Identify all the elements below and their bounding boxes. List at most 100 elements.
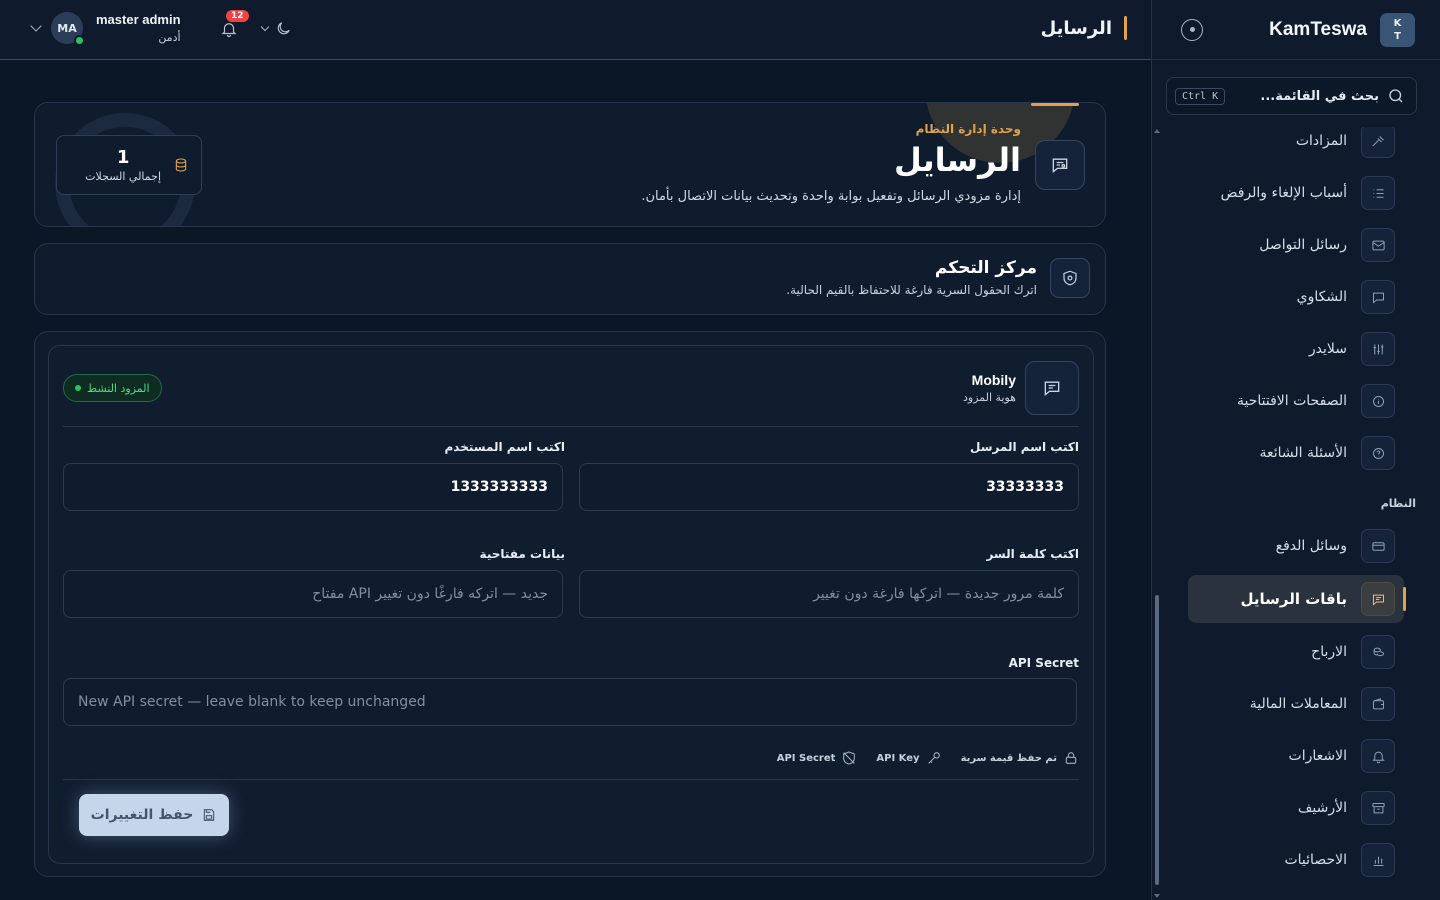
theme-toggle[interactable] [260, 20, 292, 37]
api-key-chip: API Key [876, 750, 941, 766]
secret-status-chips: تم حفظ قيمة سرية API Key API Secret [777, 750, 1079, 766]
user-meta: master admin أدمن [96, 12, 181, 44]
sidebar-item-label: الاحصائيات [1284, 852, 1347, 868]
sidebar-item-onboarding[interactable]: الصفحات الافتتاحية [1188, 377, 1404, 425]
sidebar-item-contact-messages[interactable]: رسائل التواصل [1188, 221, 1404, 269]
password-field[interactable]: كلمة مرور جديدة — اتركها فارغة دون تغيير [579, 570, 1079, 618]
sidebar-item-label: المزادات [1295, 133, 1347, 149]
sidebar-item-transactions[interactable]: المعاملات المالية [1188, 680, 1404, 728]
page-title-text: الرسايل [1040, 17, 1112, 39]
sidebar-nav: المزادات أسباب الإلغاء والرفض رسائل التو… [1152, 127, 1440, 900]
hero-accent-line [1031, 103, 1079, 106]
user-menu[interactable]: MA master admin أدمن [30, 12, 181, 46]
sidebar-header: KamTeswa K T [1152, 0, 1440, 60]
brand-name: KamTeswa [1269, 18, 1367, 40]
divider [63, 779, 1079, 780]
mail-icon [1361, 228, 1395, 262]
api-key-placeholder: جديد — اتركه فارغًا دون تغيير API مفتاح [312, 586, 548, 602]
sidebar-item-profits[interactable]: الارباح [1188, 628, 1404, 676]
sidebar-item-label: رسائل التواصل [1259, 237, 1347, 253]
database-icon [175, 158, 187, 172]
hero-eyebrow: وحدة إدارة النظام [915, 122, 1021, 136]
search-shortcut: Ctrl K [1175, 87, 1226, 105]
page-title: الرسايل [1041, 16, 1127, 40]
search-input[interactable]: بحث في القائمة... [1260, 89, 1379, 104]
sidebar-item-label: الأرشيف [1297, 800, 1347, 816]
sender-label: اكتب اسم المرسل [969, 440, 1079, 454]
username-label: اكتب اسم المستخدم [444, 440, 565, 454]
sidebar-item-auctions[interactable]: المزادات [1188, 127, 1404, 165]
saved-secret-text: تم حفظ قيمة سرية [960, 752, 1057, 764]
sidebar-item-payment-methods[interactable]: وسائل الدفع [1188, 522, 1404, 570]
stat-meta: 1 إجمالي السجلات [85, 147, 161, 183]
save-button[interactable]: حفظ التغييرات [79, 794, 229, 836]
sidebar-item-slider[interactable]: سلايدر [1188, 325, 1404, 373]
sidebar-item-faq[interactable]: الأسئلة الشائعة [1188, 429, 1404, 477]
api-secret-chip: API Secret [777, 750, 858, 766]
sidebar-item-message-packages[interactable]: باقات الرسايل [1188, 575, 1406, 623]
chat-icon [1361, 280, 1395, 314]
moon-icon[interactable] [275, 20, 292, 37]
chevron-down-icon[interactable] [260, 22, 270, 31]
provider-form-card: Mobily هوية المزود المزود النشط اكتب اسم… [34, 331, 1106, 877]
list-icon [1361, 176, 1395, 210]
topbar: MA master admin أدمن 12 الرسايل [0, 0, 1151, 60]
username-value: 1333333333 [450, 479, 548, 495]
avatar[interactable]: MA [51, 12, 85, 46]
search-right: بحث في القائمة... [1260, 87, 1405, 105]
control-center-card: مركز التحكم اترك الحقول السرية فارغة للا… [34, 243, 1106, 315]
bell-icon [1361, 739, 1395, 773]
brand[interactable]: KamTeswa K T [1269, 12, 1415, 47]
sidebar-item-cancel-reasons[interactable]: أسباب الإلغاء والرفض [1188, 169, 1404, 217]
sidebar-item-archive[interactable]: الأرشيف [1188, 784, 1404, 832]
save-button-label: حفظ التغييرات [90, 807, 194, 823]
card-icon [1361, 529, 1395, 563]
sidebar-item-label: وسائل الدفع [1275, 538, 1347, 554]
api-key-field[interactable]: جديد — اتركه فارغًا دون تغيير API مفتاح [63, 570, 563, 618]
sidebar-item-notifications[interactable]: الاشعارات [1188, 732, 1404, 780]
sidebar-collapse-icon[interactable] [1181, 18, 1203, 41]
username-field[interactable]: 1333333333 [63, 463, 563, 511]
api-secret-field[interactable]: New API secret — leave blank to keep unc… [63, 678, 1077, 726]
sender-name-field[interactable]: 33333333 [579, 463, 1079, 511]
sidebar-item-label: أسباب الإلغاء والرفض [1220, 185, 1347, 201]
shield-icon [1050, 258, 1090, 298]
sender-name-value: 33333333 [986, 479, 1064, 495]
hero-description: إدارة مزودي الرسائل وتفعيل بوابة واحدة و… [641, 189, 1021, 204]
avatar-initials: MA [57, 21, 77, 35]
save-icon [204, 809, 215, 821]
password-placeholder: كلمة مرور جديدة — اتركها فارغة دون تغيير [813, 586, 1064, 602]
sidebar-item-label: الصفحات الافتتاحية [1237, 393, 1347, 409]
sidebar-item-statistics[interactable]: الاحصائيات [1188, 836, 1404, 884]
api-key-chip-text: API Key [876, 752, 920, 764]
bell-icon[interactable] [220, 20, 238, 38]
api-secret-chip-text: API Secret [776, 752, 836, 764]
total-records-stat: 1 إجمالي السجلات [56, 135, 202, 195]
nav-section-system: النظام [1380, 497, 1416, 510]
control-center-description: اترك الحقول السرية فارغة للاحتفاظ بالقيم… [786, 283, 1037, 297]
api-secret-label: API Secret [1008, 656, 1079, 670]
sidebar-search[interactable]: Ctrl K بحث في القائمة... [1166, 77, 1417, 115]
provider-name: Mobily [971, 372, 1016, 388]
key-icon [927, 752, 940, 764]
sliders-icon [1361, 332, 1395, 366]
brand-logo-line2: T [1394, 30, 1401, 42]
status-badge: المزود النشط [63, 374, 162, 402]
chevron-down-icon[interactable] [30, 20, 42, 32]
search-icon [1389, 89, 1403, 103]
sidebar: KamTeswa K T Ctrl K بحث في القائمة... ال… [1151, 0, 1440, 900]
status-dot [75, 385, 81, 391]
sidebar-item-label: سلايدر [1308, 341, 1347, 357]
sidebar-item-label: الشكاوي [1296, 289, 1347, 305]
stat-label: إجمالي السجلات [85, 170, 161, 183]
gavel-icon [1361, 127, 1395, 158]
control-center-title: مركز التحكم [934, 258, 1037, 278]
online-status-dot [74, 35, 85, 46]
password-label: اكتب كلمة السر [986, 547, 1079, 561]
notification-badge: 12 [226, 10, 249, 22]
sidebar-item-complaints[interactable]: الشكاوي [1188, 273, 1404, 321]
sidebar-item-label: المعاملات المالية [1249, 696, 1347, 712]
message-icon [1361, 582, 1395, 616]
archive-icon [1361, 791, 1395, 825]
info-icon [1361, 384, 1395, 418]
